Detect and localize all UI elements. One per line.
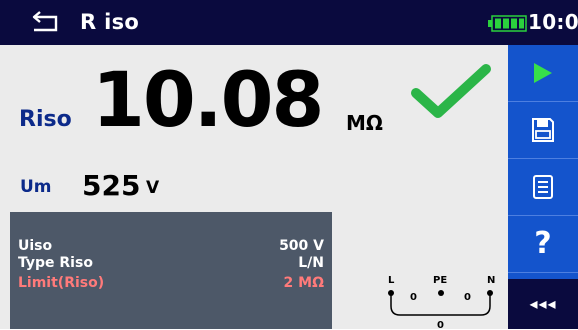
um-unit: V xyxy=(146,178,160,198)
parameters-panel[interactable]: Uiso 500 V Type Riso L/N Limit(Riso) 2 M… xyxy=(10,212,332,329)
battery-full-icon xyxy=(488,15,527,32)
terminal-pe-label: PE xyxy=(433,275,447,286)
um-value: 525 xyxy=(82,169,141,202)
save-icon xyxy=(532,118,554,142)
pass-check-icon xyxy=(411,64,491,118)
function-sidebar: ? ◂◂◂ xyxy=(508,45,578,329)
param-value: L/N xyxy=(298,255,324,271)
um-label: Um xyxy=(20,177,52,197)
result-panel: Riso 10.08 MΩ Um 525 V Uiso 500 V Type R… xyxy=(0,45,508,330)
page-title: R iso xyxy=(80,10,140,34)
param-row-uiso: Uiso 500 V xyxy=(18,238,324,255)
terminal-connection-diagram: L PE N 0 0 0 xyxy=(388,275,495,330)
results-list-button[interactable] xyxy=(508,159,578,216)
param-row-limit-riso: Limit(Riso) 2 MΩ xyxy=(18,275,324,292)
riso-label: Riso xyxy=(19,107,72,132)
riso-value: 10.08 xyxy=(92,55,324,144)
header-bar: R iso 10:03 xyxy=(0,0,578,45)
param-row-type-riso: Type Riso L/N xyxy=(18,255,324,272)
list-icon xyxy=(533,175,553,199)
start-button[interactable] xyxy=(508,45,578,102)
reading-l-pe: 0 xyxy=(410,292,417,303)
save-button[interactable] xyxy=(508,102,578,159)
reading-pe-n: 0 xyxy=(464,292,471,303)
param-name: Type Riso xyxy=(18,255,93,271)
param-value: 2 MΩ xyxy=(283,275,324,291)
help-button[interactable]: ? xyxy=(508,216,578,273)
more-arrows-icon: ◂◂◂ xyxy=(529,294,557,313)
param-name: Uiso xyxy=(18,238,53,254)
help-icon: ? xyxy=(534,226,552,261)
terminal-n-label: N xyxy=(487,275,495,286)
param-value: 500 V xyxy=(279,238,324,254)
terminal-l-label: L xyxy=(388,275,395,286)
more-options-button[interactable]: ◂◂◂ xyxy=(508,279,578,329)
param-name: Limit(Riso) xyxy=(18,275,105,291)
start-icon xyxy=(534,63,552,83)
riso-unit: MΩ xyxy=(346,111,383,135)
clock-time: 10:03 xyxy=(528,10,578,34)
back-arrow-icon[interactable] xyxy=(30,6,64,36)
